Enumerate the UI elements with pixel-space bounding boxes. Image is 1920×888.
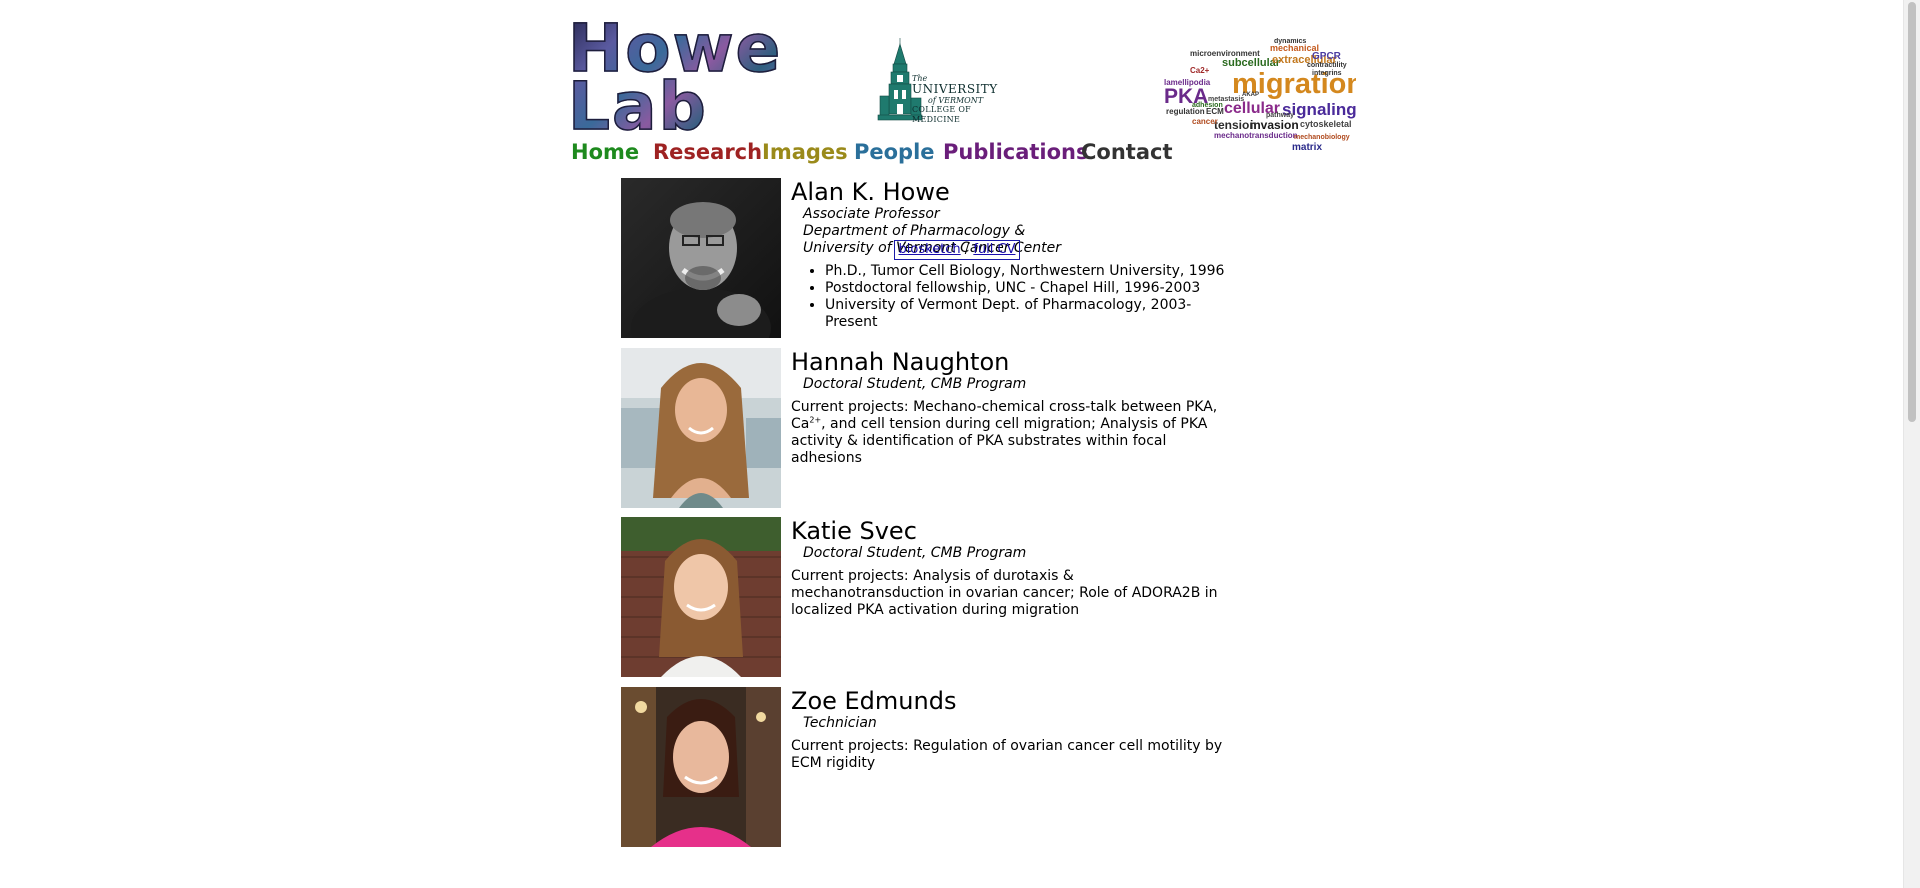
nav-publications[interactable]: Publications [943, 140, 1089, 164]
cv-links-box: biosketch / full CV [894, 240, 1020, 260]
word-cloud-term: dynamics [1274, 38, 1307, 45]
nav-images[interactable]: Images [762, 140, 848, 164]
research-word-cloud: migration PKA signaling cellular subcellular… [1162, 38, 1356, 158]
person-name: Zoe Edmunds [791, 687, 957, 715]
uvm-college-of-medicine-logo: The UNIVERSITY of VERMONT COLLEGE OF MED… [876, 38, 1008, 124]
uvm-wordmark: The UNIVERSITY of VERMONT COLLEGE OF MED… [912, 74, 1008, 125]
word-cloud-term: cytoskeletal [1300, 119, 1352, 129]
person-title-line-1: Associate Professor [803, 206, 940, 222]
nav-contact[interactable]: Contact [1081, 140, 1173, 164]
current-projects: Current projects: Mechano-chemical cross… [791, 399, 1223, 467]
uvm-of-vermont: of VERMONT [928, 96, 984, 105]
nav-research[interactable]: Research [653, 140, 762, 164]
word-cloud-term: metastasis [1208, 96, 1245, 103]
photo-zoe-edmunds [621, 687, 781, 847]
person-card-hannah-naughton: Hannah Naughton Doctoral Student, CMB Pr… [621, 348, 1261, 508]
education-item: Ph.D., Tumor Cell Biology, Northwestern … [825, 263, 1241, 280]
person-card-zoe-edmunds: Zoe Edmunds Technician Current projects:… [621, 687, 1261, 847]
person-title-line-2: Department of Pharmacology & [803, 223, 1026, 239]
scrollbar-thumb[interactable] [1908, 2, 1916, 422]
projects-text-part-2: , and cell tension during cell migration… [791, 416, 1208, 466]
word-cloud-term: lamellipodia [1164, 78, 1211, 87]
word-cloud-term: mechanotransduction [1214, 131, 1298, 140]
link-separator: / [964, 242, 970, 257]
word-cloud-term: integrins [1312, 70, 1342, 77]
current-projects: Current projects: Analysis of durotaxis … [791, 568, 1218, 618]
uvm-college-of-medicine: COLLEGE OF MEDICINE [912, 105, 972, 124]
word-cloud-term: adhesion [1192, 102, 1223, 109]
word-cloud-term: matrix [1292, 142, 1323, 153]
person-title-line-3: University of Vermont Cancer Center [803, 240, 1062, 256]
uvm-university: UNIVERSITY [912, 82, 998, 96]
page-scrollbar[interactable] [1903, 0, 1920, 888]
photo-katie-svec [621, 517, 781, 677]
education-item: Postdoctoral fellowship, UNC - Chapel Hi… [825, 280, 1241, 297]
word-cloud-term: mechanical [1270, 43, 1320, 53]
word-cloud-term: GPCR [1312, 51, 1341, 62]
nav-people[interactable]: People [854, 140, 935, 164]
person-name: Katie Svec [791, 517, 917, 545]
word-cloud-term: ECM [1206, 107, 1224, 116]
calcium-superscript: 2+ [809, 415, 822, 425]
nav-home[interactable]: Home [571, 140, 639, 164]
word-cloud-term: cancer [1192, 117, 1218, 126]
info-hannah-naughton: Hannah Naughton Doctoral Student, CMB Pr… [791, 348, 1241, 467]
education-item: University of Vermont Dept. of Pharmacol… [825, 297, 1241, 331]
word-cloud-term: invasion [1250, 118, 1299, 132]
person-title: Technician [803, 715, 877, 731]
biosketch-link[interactable]: biosketch [899, 242, 961, 257]
person-name: Alan K. Howe [791, 178, 950, 206]
word-cloud-term: AKAP [1242, 92, 1260, 98]
info-katie-svec: Katie Svec Doctoral Student, CMB Program… [791, 517, 1241, 619]
word-cloud-term: contractility [1307, 62, 1347, 69]
person-card-katie-svec: Katie Svec Doctoral Student, CMB Program… [621, 517, 1261, 677]
info-zoe-edmunds: Zoe Edmunds Technician Current projects:… [791, 687, 1241, 772]
word-cloud-term: Ca2+ [1190, 66, 1210, 75]
word-cloud-term: regulation [1166, 107, 1205, 116]
person-title: Doctoral Student, CMB Program [803, 545, 1027, 561]
word-cloud-term: mechanobiology [1294, 134, 1350, 141]
education-list: Ph.D., Tumor Cell Biology, Northwestern … [791, 263, 1241, 331]
person-name: Hannah Naughton [791, 348, 1010, 376]
word-cloud-term: tension [1214, 118, 1257, 132]
photo-alan-howe [621, 178, 781, 338]
word-cloud-term: pathway [1266, 112, 1295, 119]
full-cv-link[interactable]: full CV [973, 242, 1015, 257]
howe-lab-logo[interactable]: Howe Lab [567, 15, 783, 141]
photo-hannah-naughton [621, 348, 781, 508]
current-projects: Current projects: Regulation of ovarian … [791, 738, 1223, 771]
person-title: Doctoral Student, CMB Program [803, 376, 1027, 392]
word-cloud-term: microenvironment [1190, 49, 1260, 58]
